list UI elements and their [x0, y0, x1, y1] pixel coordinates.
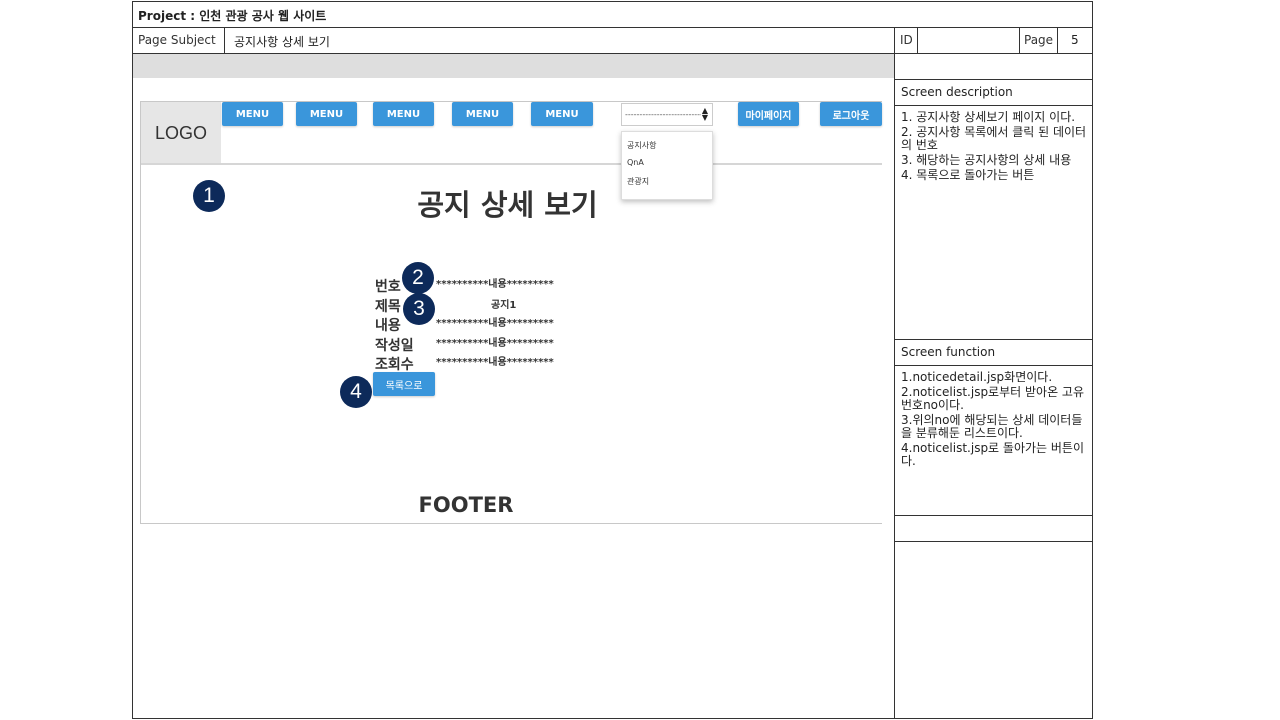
field-label-views: 조회수: [375, 357, 414, 373]
divider: [917, 28, 918, 53]
field-label-date: 작성일: [375, 338, 414, 354]
page-label: Page: [1024, 33, 1054, 47]
function-item: 3.위의no에 해당되는 상세 데이터들을 분류해둔 리스트이다.: [901, 413, 1083, 440]
annotation-marker-3: 3: [403, 293, 435, 325]
dropdown-option-notice[interactable]: 공지사항: [627, 140, 656, 151]
description-item: 1. 공지사항 상세보기 페이지 이다.: [901, 110, 1076, 124]
nav-menu-4[interactable]: MENU: [452, 102, 513, 126]
annotation-marker-1: 1: [193, 180, 225, 212]
divider: [895, 105, 1093, 106]
dropdown-option-tour[interactable]: 관광지: [627, 176, 649, 187]
page-number: 5: [1071, 33, 1079, 47]
function-item: 4.noticelist.jsp로 돌아가는 버튼이다.: [901, 441, 1085, 468]
page-subject-label: Page Subject: [138, 33, 216, 47]
dropdown-option-qna[interactable]: QnA: [627, 158, 644, 167]
page-subject-value: 공지사항 상세 보기: [234, 35, 330, 49]
field-label-content: 내용: [375, 318, 401, 334]
nav-menu-2[interactable]: MENU: [296, 102, 357, 126]
mypage-button[interactable]: 마이페이지: [738, 102, 799, 126]
divider: [1019, 28, 1020, 53]
nav-divider: [141, 163, 882, 165]
field-value-number: **********내용*********: [436, 279, 554, 290]
divider: [895, 541, 1093, 542]
category-dropdown: 공지사항 QnA 관광지: [621, 131, 713, 200]
description-item: 4. 목록으로 돌아가는 버튼: [901, 168, 1035, 182]
divider: [895, 515, 1093, 516]
browser-bar: [133, 54, 894, 78]
annotation-marker-2: 2: [402, 262, 434, 294]
page-title: 공지 상세 보기: [417, 188, 598, 222]
field-value-content: **********내용*********: [436, 318, 554, 329]
back-to-list-button[interactable]: 목록으로: [373, 372, 435, 396]
screen-description-title: Screen description: [901, 85, 1013, 99]
logo[interactable]: LOGO: [141, 102, 221, 164]
field-value-date: **********내용*********: [436, 338, 554, 349]
divider: [133, 27, 1093, 28]
nav-menu-1[interactable]: MENU: [222, 102, 283, 126]
divider: [895, 339, 1093, 340]
divider: [224, 28, 225, 53]
screen-function-body: 1.noticedetail.jsp화면이다. 2.noticelist.jsp…: [901, 371, 1089, 470]
id-label: ID: [900, 33, 913, 47]
function-item: 1.noticedetail.jsp화면이다.: [901, 370, 1053, 384]
field-label-title: 제목: [375, 299, 401, 315]
annotation-marker-4: 4: [340, 376, 372, 408]
description-item: 3. 해당하는 공지사항의 상세 내용: [901, 153, 1072, 167]
select-value: -----------------------------: [625, 110, 701, 119]
nav-menu-5[interactable]: MENU: [531, 102, 593, 126]
divider: [894, 28, 895, 719]
divider: [1057, 28, 1058, 53]
nav-menu-3[interactable]: MENU: [373, 102, 434, 126]
divider: [895, 365, 1093, 366]
function-item: 2.noticelist.jsp로부터 받아온 고유번호no이다.: [901, 385, 1085, 412]
screen-description-body: 1. 공지사항 상세보기 페이지 이다. 2. 공지사항 목록에서 클릭 된 데…: [901, 111, 1089, 184]
field-value-title: 공지1: [491, 300, 517, 311]
description-item: 2. 공지사항 목록에서 클릭 된 데이터의 번호: [901, 125, 1087, 152]
field-value-views: **********내용*********: [436, 357, 554, 368]
field-label-number: 번호: [375, 279, 401, 295]
site-footer: FOOTER: [418, 493, 514, 517]
divider: [895, 79, 1093, 80]
project-title: Project : 인천 관광 공사 웹 사이트: [138, 9, 327, 23]
updown-arrows-icon: ▲ ▼: [701, 106, 708, 122]
screen-function-title: Screen function: [901, 345, 996, 359]
category-select[interactable]: ----------------------------- ▲ ▼: [621, 103, 713, 126]
logout-button[interactable]: 로그아웃: [820, 102, 882, 126]
